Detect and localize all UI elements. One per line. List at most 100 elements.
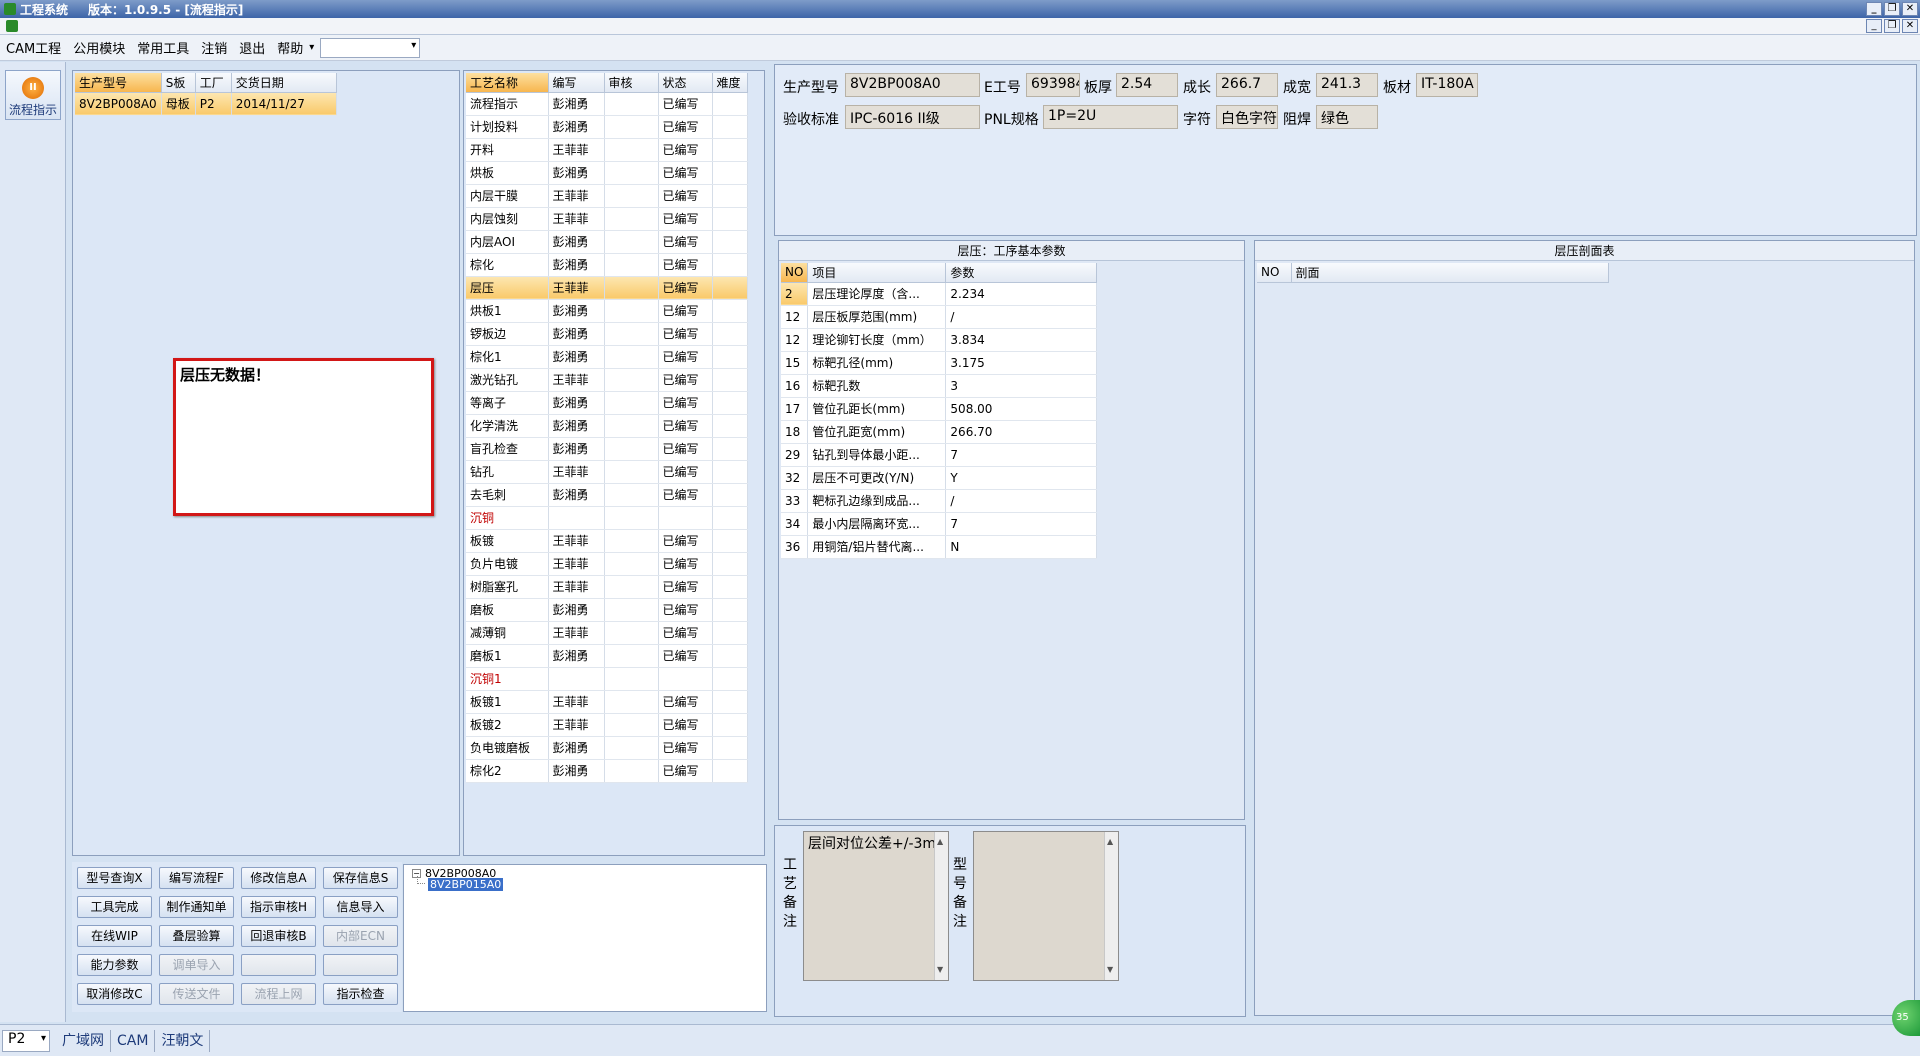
table-row[interactable]: 棕化 彭湘勇 已编写 [466,253,748,277]
cell[interactable] [712,667,748,691]
cell[interactable]: 减薄铜 [466,621,549,645]
cell[interactable]: 烘板1 [466,299,549,323]
field-length[interactable]: 266.7 [1216,73,1278,97]
cell[interactable]: 板镀 [466,529,549,553]
action-button[interactable]: 指示审核H [241,896,316,918]
cell[interactable]: 16 [781,374,809,398]
cell[interactable]: 王菲菲 [548,138,605,162]
cell[interactable]: 彭湘勇 [548,598,605,622]
table-row[interactable]: 内层蚀刻 王菲菲 已编写 [466,207,748,231]
table-row[interactable]: 层压 王菲菲 已编写 [466,276,748,300]
cell[interactable]: 36 [781,535,809,559]
cell[interactable]: 34 [781,512,809,536]
cell[interactable]: P2 [195,92,232,116]
cell[interactable]: 彭湘勇 [548,736,605,760]
cell[interactable] [604,253,659,277]
cell[interactable]: 彭湘勇 [548,345,605,369]
cell[interactable]: N [945,535,1097,559]
cell[interactable] [712,621,748,645]
cell[interactable]: 3.834 [945,328,1097,352]
table-row[interactable]: 棕化2 彭湘勇 已编写 [466,759,748,783]
cell[interactable] [712,322,748,346]
cell[interactable] [604,506,659,530]
cell[interactable] [604,736,659,760]
cell[interactable]: 等离子 [466,391,549,415]
table-row[interactable]: 36 用铜箔/铝片替代离... N [781,535,1097,559]
cell[interactable]: 29 [781,443,809,467]
cell[interactable]: 彭湘勇 [548,483,605,507]
cell[interactable] [712,575,748,599]
cell[interactable]: 锣板边 [466,322,549,346]
mdi-restore-button[interactable]: ❐ [1884,19,1900,33]
cell[interactable]: 母板 [161,92,196,116]
field-model[interactable]: 8V2BP008A0 [845,73,980,97]
table-row[interactable]: 盲孔检查 彭湘勇 已编写 [466,437,748,461]
cell[interactable]: 2.234 [945,282,1097,306]
cell[interactable] [604,299,659,323]
action-button[interactable]: 叠层验算 [159,925,234,947]
cell[interactable]: 王菲菲 [548,207,605,231]
cell[interactable]: 王菲菲 [548,276,605,300]
cell[interactable]: 王菲菲 [548,460,605,484]
action-button[interactable]: 修改信息A [241,867,316,889]
cell[interactable] [712,437,748,461]
col-header[interactable]: 生产型号 [75,73,162,93]
table-row[interactable]: 12 理论铆钉长度（mm） 3.834 [781,328,1097,352]
cell[interactable] [604,460,659,484]
col-header[interactable]: 审核 [604,73,659,93]
cell[interactable]: 33 [781,489,809,513]
table-row[interactable]: 负片电镀 王菲菲 已编写 [466,552,748,576]
cell[interactable]: 内层蚀刻 [466,207,549,231]
cell[interactable]: 已编写 [658,391,713,415]
cell[interactable] [604,276,659,300]
action-button[interactable]: 取消修改C [77,983,152,1005]
tree-node-child[interactable]: 8V2BP015A0 [428,878,504,891]
cell[interactable]: 18 [781,420,809,444]
table-row[interactable]: 32 层压不可更改(Y/N) Y [781,466,1097,490]
table-row[interactable]: 磨板 彭湘勇 已编写 [466,598,748,622]
cell[interactable]: 已编写 [658,299,713,323]
table-row[interactable]: 34 最小内层隔离环宽... 7 [781,512,1097,536]
cell[interactable] [712,230,748,254]
cell[interactable]: 钻孔 [466,460,549,484]
table-row[interactable]: 29 钻孔到导体最小距... 7 [781,443,1097,467]
cell[interactable]: 已编写 [658,345,713,369]
field-solder-mask[interactable]: 绿色 [1316,105,1378,129]
cell[interactable]: 已编写 [658,552,713,576]
close-button[interactable]: ✕ [1902,2,1918,16]
cell[interactable]: 层压板厚范围(mm) [807,305,947,329]
cell[interactable]: 已编写 [658,598,713,622]
cell[interactable] [604,690,659,714]
action-button[interactable]: 制作通知单 [159,896,234,918]
col-header[interactable]: 难度 [712,73,748,93]
process-remark-scrollbar[interactable] [934,832,948,980]
cell[interactable]: 彭湘勇 [548,115,605,139]
cell[interactable]: 王菲菲 [548,184,605,208]
cell[interactable]: 已编写 [658,621,713,645]
cell[interactable] [604,713,659,737]
table-row[interactable]: 33 靶标孔边缘到成品... / [781,489,1097,513]
cell[interactable]: 已编写 [658,368,713,392]
cell[interactable]: 标靶孔径(mm) [807,351,947,375]
cell[interactable] [604,621,659,645]
cell[interactable]: 王菲菲 [548,552,605,576]
mdi-minimize-button[interactable]: _ [1866,19,1882,33]
cell[interactable] [712,138,748,162]
cell[interactable] [712,184,748,208]
col-header[interactable]: 参数 [945,263,1097,283]
col-header[interactable]: NO [1257,263,1292,283]
table-row[interactable]: 棕化1 彭湘勇 已编写 [466,345,748,369]
cell[interactable] [712,506,748,530]
cell[interactable] [604,483,659,507]
cell[interactable]: 树脂塞孔 [466,575,549,599]
cell[interactable] [604,207,659,231]
cell[interactable]: 已编写 [658,161,713,185]
cell[interactable]: 王菲菲 [548,690,605,714]
cell[interactable]: 标靶孔数 [807,374,947,398]
cell[interactable]: 2014/11/27 [231,92,338,116]
table-row[interactable]: 树脂塞孔 王菲菲 已编写 [466,575,748,599]
table-row[interactable]: 流程指示 彭湘勇 已编写 [466,92,748,116]
cell[interactable]: 已编写 [658,437,713,461]
cell[interactable] [712,207,748,231]
cell[interactable]: 彭湘勇 [548,230,605,254]
